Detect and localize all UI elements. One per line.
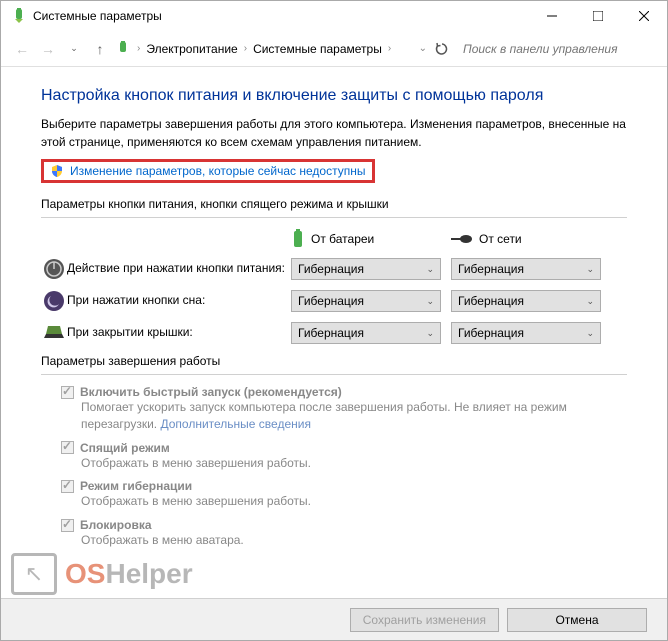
cancel-button[interactable]: Отмена <box>507 608 647 632</box>
minimize-button[interactable] <box>529 1 575 31</box>
power-options-icon <box>115 41 131 57</box>
chevron-down-icon[interactable]: ⌄ <box>419 43 427 54</box>
navigation-bar: ← → ⌄ ↑ › Электропитание › Системные пар… <box>1 31 667 67</box>
change-settings-link-highlighted: Изменение параметров, которые сейчас нед… <box>41 159 375 183</box>
main-content: Настройка кнопок питания и включение защ… <box>1 67 667 577</box>
sleep-option: Спящий режим Отображать в меню завершени… <box>61 441 627 472</box>
battery-icon <box>291 228 305 250</box>
fast-startup-option: Включить быстрый запуск (рекомендуется) … <box>61 385 627 433</box>
hibernate-checkbox <box>61 480 74 493</box>
sleep-checkbox <box>61 441 74 454</box>
refresh-button[interactable] <box>431 38 453 60</box>
plug-icon <box>451 232 473 246</box>
power-button-row: Действие при нажатии кнопки питания: Гиб… <box>41 258 627 280</box>
chevron-right-icon: › <box>388 43 391 54</box>
sleep-button-row: При нажатии кнопки сна: Гибернация⌄ Гибе… <box>41 290 627 312</box>
power-button-label: Действие при нажатии кнопки питания: <box>67 261 291 277</box>
lid-close-ac-dropdown[interactable]: Гибернация⌄ <box>451 322 601 344</box>
battery-column-label: От батареи <box>311 232 374 246</box>
laptop-icon <box>41 324 67 342</box>
chevron-down-icon: ⌄ <box>586 264 594 275</box>
window-title: Системные параметры <box>33 9 529 23</box>
moon-icon <box>41 290 67 312</box>
shield-icon <box>50 164 64 178</box>
chevron-down-icon: ⌄ <box>426 328 434 339</box>
footer: Сохранить изменения Отмена <box>1 598 667 640</box>
lock-checkbox <box>61 519 74 532</box>
cursor-icon: ↖ <box>11 553 57 595</box>
change-unavailable-settings-link[interactable]: Изменение параметров, которые сейчас нед… <box>70 164 366 178</box>
sleep-button-label: При нажатии кнопки сна: <box>67 293 291 309</box>
chevron-down-icon: ⌄ <box>586 328 594 339</box>
lid-close-label: При закрытии крышки: <box>67 325 291 341</box>
ac-column: От сети <box>451 232 611 246</box>
lid-close-battery-dropdown[interactable]: Гибернация⌄ <box>291 322 441 344</box>
chevron-right-icon: › <box>137 43 140 54</box>
save-button[interactable]: Сохранить изменения <box>350 608 499 632</box>
fast-startup-checkbox <box>61 386 74 399</box>
close-button[interactable] <box>621 1 667 31</box>
watermark-logo: ↖ OSHelper <box>11 553 193 595</box>
battery-column: От батареи <box>291 228 451 250</box>
chevron-down-icon: ⌄ <box>426 264 434 275</box>
breadcrumb-item[interactable]: Системные параметры <box>253 42 382 56</box>
page-description: Выберите параметры завершения работы для… <box>41 115 627 151</box>
hibernate-option: Режим гибернации Отображать в меню завер… <box>61 479 627 510</box>
more-info-link[interactable]: Дополнительные сведения <box>160 417 310 431</box>
section-power-buttons-label: Параметры кнопки питания, кнопки спящего… <box>41 197 627 211</box>
search-input[interactable] <box>457 37 657 61</box>
sleep-button-ac-dropdown[interactable]: Гибернация⌄ <box>451 290 601 312</box>
back-button[interactable]: ← <box>11 38 33 60</box>
divider <box>41 374 627 375</box>
breadcrumb[interactable]: › Электропитание › Системные параметры ›… <box>115 41 427 57</box>
power-button-ac-dropdown[interactable]: Гибернация⌄ <box>451 258 601 280</box>
lock-option: Блокировка Отображать в меню аватара. <box>61 518 627 549</box>
page-title: Настройка кнопок питания и включение защ… <box>41 87 627 105</box>
power-button-battery-dropdown[interactable]: Гибернация⌄ <box>291 258 441 280</box>
chevron-right-icon: › <box>244 43 247 54</box>
chevron-down-icon: ⌄ <box>586 296 594 307</box>
power-icon <box>41 258 67 280</box>
lid-close-row: При закрытии крышки: Гибернация⌄ Гиберна… <box>41 322 627 344</box>
chevron-down-icon: ⌄ <box>426 296 434 307</box>
up-button[interactable]: ↑ <box>89 38 111 60</box>
ac-column-label: От сети <box>479 232 522 246</box>
forward-button[interactable]: → <box>37 38 59 60</box>
power-options-icon <box>11 8 27 24</box>
maximize-button[interactable] <box>575 1 621 31</box>
columns-header: От батареи От сети <box>41 228 627 250</box>
sleep-button-battery-dropdown[interactable]: Гибернация⌄ <box>291 290 441 312</box>
window-titlebar: Системные параметры <box>1 1 667 31</box>
recent-locations-button[interactable]: ⌄ <box>63 38 85 60</box>
shutdown-options: Включить быстрый запуск (рекомендуется) … <box>41 385 627 549</box>
breadcrumb-item[interactable]: Электропитание <box>146 42 237 56</box>
section-shutdown-label: Параметры завершения работы <box>41 354 627 368</box>
divider <box>41 217 627 218</box>
